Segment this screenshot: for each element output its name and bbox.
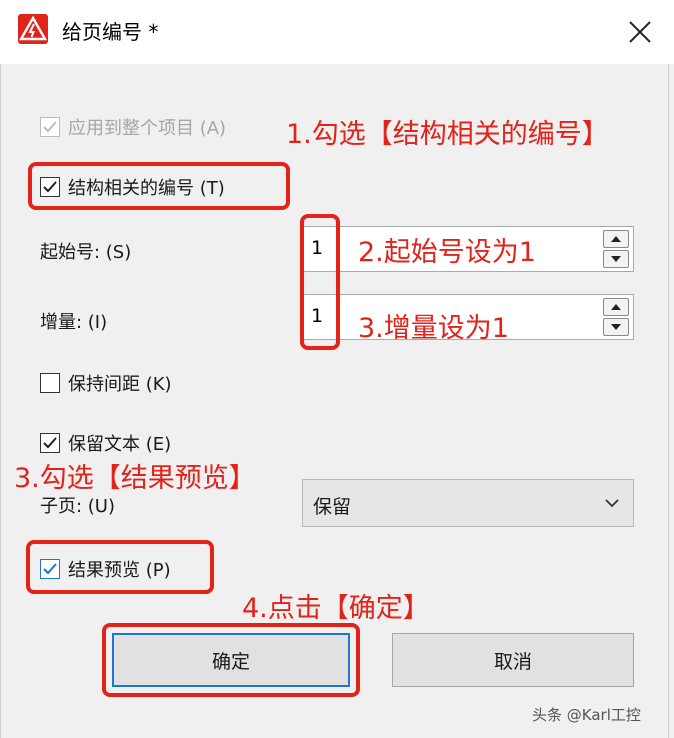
keep-spacing-checkbox[interactable] (40, 373, 60, 393)
increment-decrease-button[interactable] (603, 318, 629, 336)
apply-whole-project-checkbox (40, 117, 60, 137)
increment-increase-button[interactable] (603, 298, 629, 316)
increment-value: 1 (311, 305, 324, 327)
watermark: 头条 @Karl工控 (532, 706, 641, 724)
structure-numbering-label: 结构相关的编号 (T) (68, 178, 225, 199)
ok-button[interactable]: 确定 (112, 633, 350, 687)
close-icon (629, 21, 651, 43)
keep-text-checkbox[interactable] (40, 433, 60, 453)
preview-checkbox[interactable] (40, 559, 60, 579)
annotation-step2: 2.起始号设为1 (358, 237, 536, 268)
triangle-down-icon (611, 324, 621, 330)
left-edge (0, 64, 1, 738)
annotation-step1: 1.勾选【结构相关的编号】 (286, 119, 609, 150)
triangle-up-icon (611, 304, 621, 310)
subpage-selected-value: 保留 (313, 496, 352, 518)
check-icon (43, 181, 57, 193)
increment-label: 增量: (I) (40, 312, 108, 333)
triangle-down-icon (611, 256, 621, 262)
close-button[interactable] (616, 8, 664, 56)
structure-numbering-checkbox[interactable] (40, 177, 60, 197)
preview-option[interactable]: 结果预览 (P) (40, 556, 171, 582)
preview-label: 结果预览 (P) (68, 560, 171, 581)
keep-text-option[interactable]: 保留文本 (E) (40, 430, 171, 456)
chevron-down-icon (605, 499, 619, 508)
number-pages-dialog: 给页编号 * 应用到整个项目 (A) 结构相关的编号 (T) 起始号: (S) … (0, 0, 674, 738)
keep-text-label: 保留文本 (E) (68, 434, 172, 455)
start-number-decrease-button[interactable] (603, 250, 629, 268)
cancel-button[interactable]: 取消 (392, 633, 634, 687)
title-bar: 给页编号 * (0, 0, 674, 64)
app-warning-icon (18, 14, 48, 44)
apply-whole-project-option: 应用到整个项目 (A) (40, 114, 226, 140)
keep-spacing-option[interactable]: 保持间距 (K) (40, 370, 172, 396)
subpage-select[interactable]: 保留 (302, 479, 634, 527)
start-number-label: 起始号: (S) (40, 242, 132, 263)
structure-numbering-option[interactable]: 结构相关的编号 (T) (40, 174, 225, 200)
apply-whole-project-label: 应用到整个项目 (A) (68, 118, 227, 139)
window-title: 给页编号 * (62, 20, 159, 44)
check-icon (43, 563, 57, 575)
keep-spacing-label: 保持间距 (K) (68, 374, 172, 395)
check-icon (43, 121, 57, 133)
subpage-label: 子页: (U) (40, 496, 116, 517)
right-edge (668, 64, 669, 738)
annotation-step4: 4.点击【确定】 (242, 593, 430, 624)
start-number-value: 1 (311, 237, 324, 259)
check-icon (43, 437, 57, 449)
start-number-increase-button[interactable] (603, 230, 629, 248)
annotation-step3b: 3.勾选【结果预览】 (14, 463, 256, 494)
triangle-up-icon (611, 236, 621, 242)
annotation-step3: 3.增量设为1 (358, 313, 509, 344)
